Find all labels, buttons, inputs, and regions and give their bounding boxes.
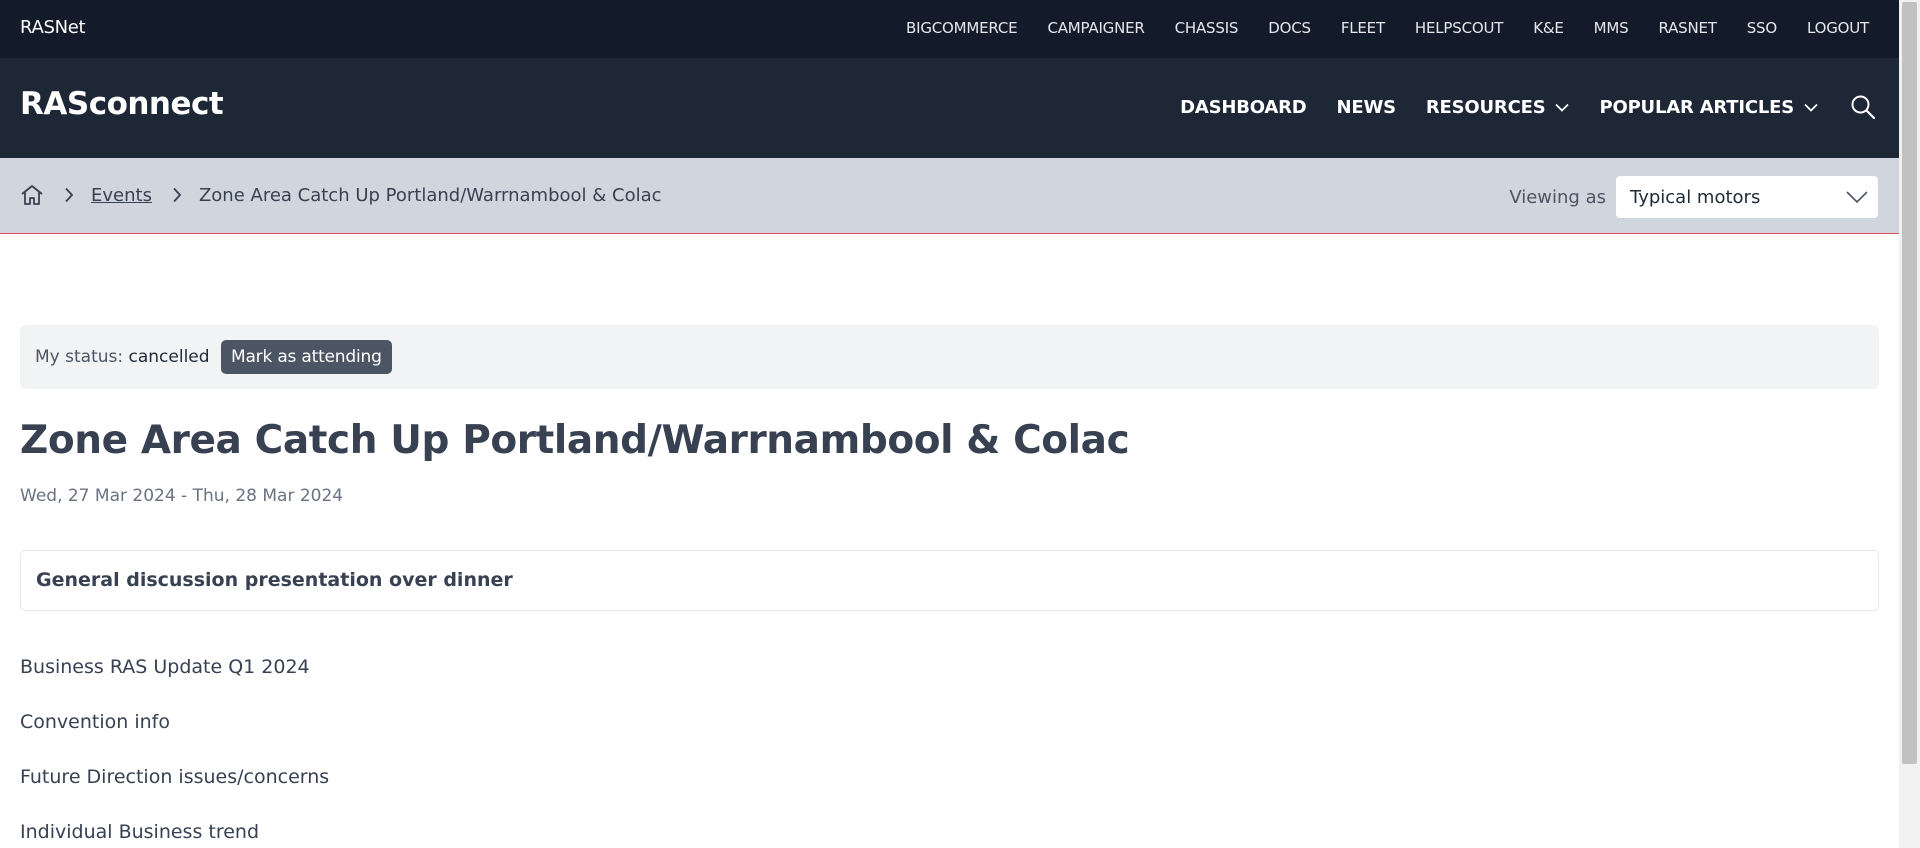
breadcrumb-home[interactable] <box>20 184 44 206</box>
nav-item-dashboard[interactable]: DASHBOARD <box>1180 96 1307 118</box>
utility-link-logout[interactable]: LOGOUT <box>1807 19 1869 37</box>
breadcrumb-events-link[interactable]: Events <box>91 185 152 206</box>
utility-link-ke[interactable]: K&E <box>1533 19 1564 37</box>
viewing-as-control: Viewing as Typical motors <box>1509 176 1878 218</box>
utility-link-sso[interactable]: SSO <box>1747 19 1777 37</box>
viewing-as-select[interactable]: Typical motors <box>1616 176 1878 218</box>
utility-link-campaigner[interactable]: CAMPAIGNER <box>1047 19 1144 37</box>
top-utility-bar: RASNet BIGCOMMERCE CAMPAIGNER CHASSIS DO… <box>0 0 1899 58</box>
utility-link-bigcommerce[interactable]: BIGCOMMERCE <box>906 19 1018 37</box>
status-bar: My status: cancelled Mark as attending <box>20 325 1879 389</box>
utility-link-chassis[interactable]: CHASSIS <box>1175 19 1239 37</box>
agenda-item: Individual Business trend <box>20 821 260 843</box>
main-nav-items: DASHBOARD NEWS RESOURCES POPULAR ARTICLE… <box>1180 94 1876 120</box>
status-label: My status: <box>35 347 124 367</box>
status-text: My status: cancelled <box>35 347 210 367</box>
nav-item-label: RESOURCES <box>1425 96 1546 118</box>
main-navigation: RASconnect DASHBOARD NEWS RESOURCES POPU… <box>0 58 1899 158</box>
page-title: Zone Area Catch Up Portland/Warrnambool … <box>20 418 1130 463</box>
nav-item-resources[interactable]: RESOURCES <box>1426 97 1570 118</box>
card-heading: General discussion presentation over din… <box>36 569 513 591</box>
breadcrumb-current: Zone Area Catch Up Portland/Warrnambool … <box>198 184 662 206</box>
utility-link-mms[interactable]: MMS <box>1594 19 1629 37</box>
viewing-as-label: Viewing as <box>1509 186 1606 208</box>
status-value: cancelled <box>128 347 210 367</box>
search-icon <box>1851 95 1876 120</box>
breadcrumb-bar: Events Zone Area Catch Up Portland/Warrn… <box>0 158 1899 234</box>
agenda-item: Convention info <box>20 711 170 733</box>
chevron-down-icon <box>1804 103 1818 112</box>
chevron-down-icon <box>1846 191 1868 203</box>
event-dates: Wed, 27 Mar 2024 - Thu, 28 Mar 2024 <box>20 486 344 506</box>
nav-item-label: DASHBOARD <box>1180 96 1307 118</box>
scrollbar-thumb[interactable] <box>1902 2 1917 764</box>
chevron-down-icon <box>1555 103 1570 112</box>
page-scrollbar[interactable] <box>1899 0 1920 848</box>
breadcrumb: Events Zone Area Catch Up Portland/Warrn… <box>20 184 662 206</box>
nav-item-news[interactable]: NEWS <box>1336 96 1397 118</box>
home-icon <box>21 185 43 205</box>
chevron-right-icon <box>172 187 182 203</box>
chevron-right-icon <box>64 187 74 203</box>
utility-link-rasnet[interactable]: RASNET <box>1658 19 1716 37</box>
mark-attending-button[interactable]: Mark as attending <box>221 340 392 374</box>
utility-links: BIGCOMMERCE CAMPAIGNER CHASSIS DOCS FLEE… <box>906 19 1869 37</box>
agenda-item: Business RAS Update Q1 2024 <box>20 656 310 678</box>
search-button[interactable] <box>1850 94 1876 120</box>
nav-item-popular-articles[interactable]: POPULAR ARTICLES <box>1599 97 1818 118</box>
event-card: General discussion presentation over din… <box>20 550 1879 611</box>
utility-link-fleet[interactable]: FLEET <box>1341 19 1385 37</box>
agenda-list: Business RAS Update Q1 2024 Convention i… <box>20 656 329 848</box>
agenda-item: Future Direction issues/concerns <box>20 766 330 788</box>
nav-item-label: NEWS <box>1336 96 1397 118</box>
site-logo[interactable]: RASconnect <box>20 86 224 122</box>
utility-link-helpscout[interactable]: HELPSCOUT <box>1415 19 1504 37</box>
viewing-as-value: Typical motors <box>1630 186 1761 208</box>
nav-item-label: POPULAR ARTICLES <box>1599 96 1794 118</box>
utility-brand[interactable]: RASNet <box>20 17 86 38</box>
utility-link-docs[interactable]: DOCS <box>1268 19 1311 37</box>
